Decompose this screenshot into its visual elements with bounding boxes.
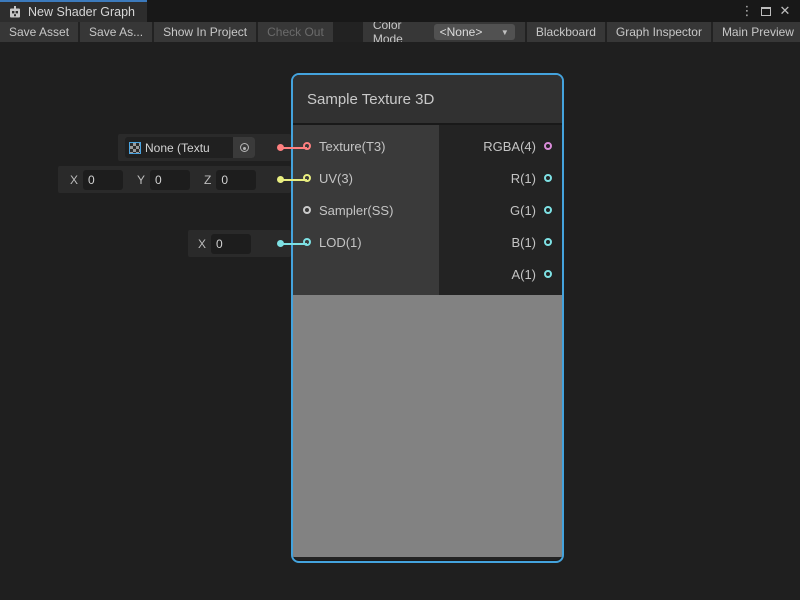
show-in-project-button[interactable]: Show In Project	[154, 22, 256, 42]
y-axis-label: Y	[137, 173, 145, 187]
shader-graph-window: New Shader Graph ⋮ ✕ Save Asset Save As.…	[0, 0, 800, 600]
save-as-button[interactable]: Save As...	[80, 22, 152, 42]
node-body: Texture(T3) UV(3) Sampler(SS) LOD(1)	[293, 125, 562, 295]
input-row-uv: UV(3)	[293, 162, 439, 194]
port-label: LOD(1)	[319, 235, 362, 250]
z-axis-label: Z	[204, 173, 211, 187]
output-row-rgba: RGBA(4)	[439, 130, 562, 162]
toolbar: Save Asset Save As... Show In Project Ch…	[0, 22, 800, 42]
x-axis-label: X	[70, 173, 78, 187]
texture-object-field[interactable]: None (Textu	[125, 137, 255, 158]
port-label: A(1)	[511, 267, 536, 282]
lod-wire	[280, 243, 307, 245]
texture-default-widget: None (Textu	[118, 134, 291, 161]
x-axis-label: X	[198, 237, 206, 251]
uv-wire	[280, 179, 307, 181]
toolbar-right-group: Blackboard Graph Inspector Main Preview	[527, 22, 800, 42]
port-label: Texture(T3)	[319, 139, 385, 154]
save-asset-button[interactable]: Save Asset	[0, 22, 78, 42]
color-mode-group: Color Mode <None> ▼	[363, 22, 525, 42]
object-picker-icon	[240, 143, 249, 152]
port-rgba-output[interactable]	[544, 142, 552, 150]
output-row-r: R(1)	[439, 162, 562, 194]
uv-y-field[interactable]	[150, 170, 190, 190]
port-sampler-input[interactable]	[303, 206, 311, 214]
node-preview	[293, 295, 562, 557]
node-title: Sample Texture 3D	[307, 91, 434, 108]
window-titlebar: New Shader Graph ⋮ ✕	[0, 0, 800, 22]
port-label: B(1)	[511, 235, 536, 250]
port-a-output[interactable]	[544, 270, 552, 278]
tab-title: New Shader Graph	[28, 5, 135, 19]
window-controls: ⋮ ✕	[740, 0, 800, 22]
main-preview-button[interactable]: Main Preview	[713, 22, 800, 42]
texture-wire	[280, 147, 307, 149]
texture-object-value: None (Textu	[145, 141, 233, 155]
node-output-column: RGBA(4) R(1) G(1) B(1)	[439, 125, 562, 295]
texture-thumbnail-icon	[129, 142, 141, 154]
uv-default-widget: X Y Z	[58, 166, 291, 193]
port-label: UV(3)	[319, 171, 353, 186]
uv-z-field[interactable]	[216, 170, 256, 190]
lod-x-field[interactable]	[211, 234, 251, 254]
object-picker-button[interactable]	[233, 137, 255, 158]
close-icon[interactable]: ✕	[778, 4, 792, 18]
port-label: G(1)	[510, 203, 536, 218]
uv-x-field[interactable]	[83, 170, 123, 190]
check-out-button: Check Out	[258, 22, 333, 42]
port-label: Sampler(SS)	[319, 203, 393, 218]
port-g-output[interactable]	[544, 206, 552, 214]
port-label: RGBA(4)	[483, 139, 536, 154]
lod-default-widget: X	[188, 230, 291, 257]
node-input-column: Texture(T3) UV(3) Sampler(SS) LOD(1)	[293, 125, 439, 295]
output-row-b: B(1)	[439, 226, 562, 258]
port-r-output[interactable]	[544, 174, 552, 182]
graph-canvas[interactable]: Sample Texture 3D Texture(T3) UV(3) Samp…	[0, 42, 800, 600]
output-row-g: G(1)	[439, 194, 562, 226]
color-mode-value: <None>	[440, 25, 483, 39]
tab-new-shader-graph[interactable]: New Shader Graph	[0, 0, 147, 22]
maximize-icon[interactable]	[761, 7, 771, 16]
graph-inspector-button[interactable]: Graph Inspector	[607, 22, 711, 42]
output-row-a: A(1)	[439, 258, 562, 290]
chevron-down-icon: ▼	[501, 28, 509, 37]
menu-icon[interactable]: ⋮	[740, 4, 754, 18]
node-sample-texture-3d[interactable]: Sample Texture 3D Texture(T3) UV(3) Samp…	[291, 73, 564, 563]
input-row-lod: LOD(1)	[293, 226, 439, 258]
blackboard-button[interactable]: Blackboard	[527, 22, 605, 42]
color-mode-dropdown[interactable]: <None> ▼	[434, 24, 515, 40]
port-b-output[interactable]	[544, 238, 552, 246]
shader-graph-icon	[8, 5, 22, 19]
port-label: R(1)	[511, 171, 536, 186]
input-row-sampler: Sampler(SS)	[293, 194, 439, 226]
node-header[interactable]: Sample Texture 3D	[293, 75, 562, 125]
input-row-texture: Texture(T3)	[293, 130, 439, 162]
